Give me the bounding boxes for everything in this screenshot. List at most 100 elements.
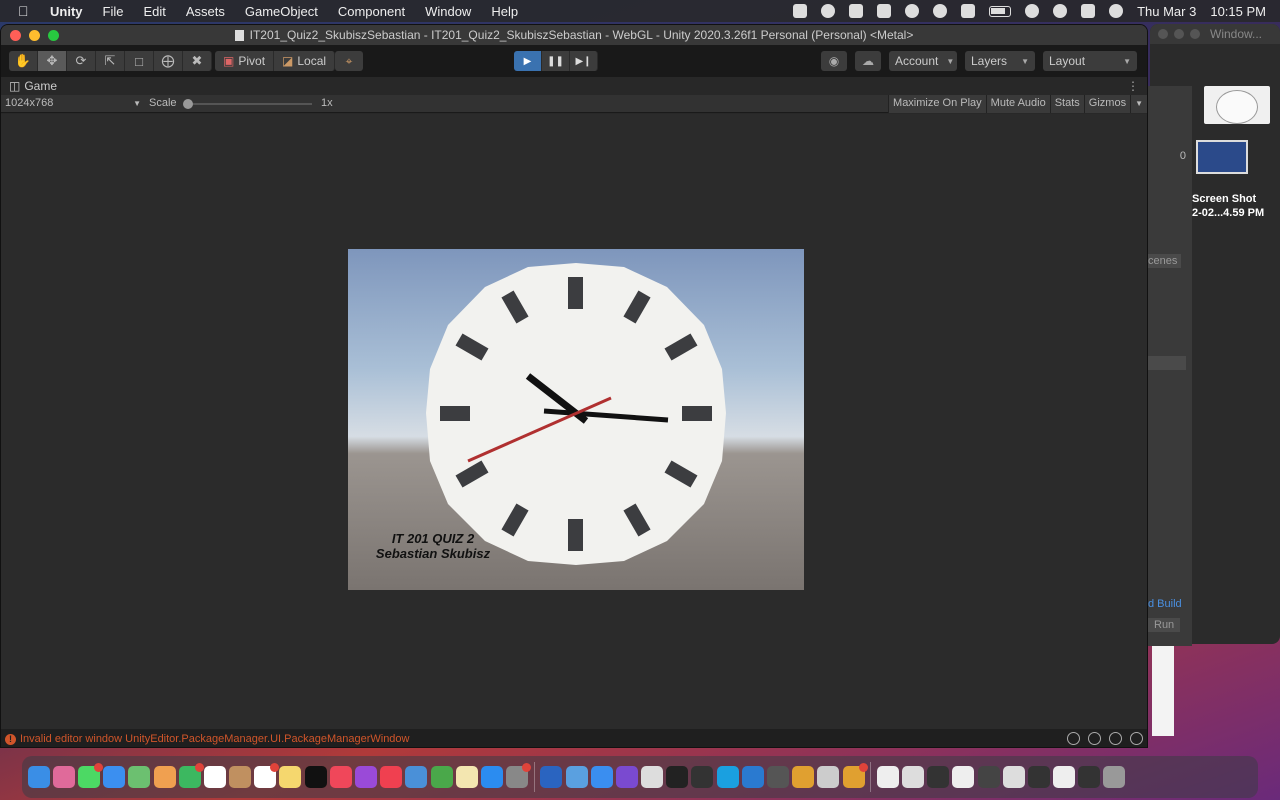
- rotate-icon[interactable]: ⟳: [67, 51, 96, 71]
- menu-assets[interactable]: Assets: [186, 4, 225, 19]
- terminal-icon[interactable]: [767, 766, 790, 788]
- menu-window[interactable]: Window: [425, 4, 471, 19]
- document-thumb-icon[interactable]: [1053, 766, 1076, 788]
- custom-tool-icon[interactable]: ✖: [183, 51, 212, 71]
- document-thumb-icon[interactable]: [901, 766, 924, 788]
- skype-icon[interactable]: [716, 766, 739, 788]
- podcasts-icon[interactable]: [355, 766, 378, 788]
- headphones-status-icon[interactable]: [821, 4, 836, 18]
- build-link[interactable]: d Build: [1148, 598, 1182, 610]
- apple-icon[interactable]: : [18, 3, 36, 19]
- zoom-button[interactable]: [48, 30, 59, 41]
- run-button[interactable]: Run: [1148, 618, 1181, 632]
- kebab-menu-icon[interactable]: ⋮: [1127, 79, 1139, 93]
- system-preferences-icon[interactable]: [506, 763, 532, 788]
- scale-icon[interactable]: ⇱: [96, 51, 125, 71]
- trash-icon[interactable]: [1103, 766, 1126, 788]
- rect-icon[interactable]: □: [125, 51, 154, 71]
- menu-help[interactable]: Help: [491, 4, 518, 19]
- finder-icon[interactable]: [27, 766, 50, 788]
- grid-snap-icon[interactable]: ⌖: [335, 51, 363, 71]
- contacts-icon[interactable]: [229, 766, 252, 788]
- document-thumb-icon[interactable]: [1002, 766, 1025, 788]
- webex-status-icon[interactable]: [877, 4, 892, 18]
- control-center-icon[interactable]: [1081, 4, 1096, 18]
- obs-icon[interactable]: [691, 766, 714, 788]
- step-button[interactable]: ▶❙: [570, 51, 598, 71]
- layers-dropdown[interactable]: Layers ▼: [965, 51, 1035, 71]
- local-button[interactable]: ◪ Local: [274, 51, 336, 71]
- cloud-icon[interactable]: ☁: [855, 51, 881, 71]
- chrome-icon[interactable]: [565, 766, 588, 788]
- window-thumb-icon[interactable]: [927, 766, 950, 788]
- facetime-icon[interactable]: [178, 763, 204, 788]
- debug-icon[interactable]: [1109, 732, 1122, 745]
- unity-status-icon[interactable]: [849, 4, 864, 18]
- messages-icon[interactable]: [77, 763, 103, 788]
- pause-button[interactable]: ❚❚: [542, 51, 570, 71]
- menubar-time[interactable]: 10:15 PM: [1210, 4, 1266, 19]
- vscode-icon[interactable]: [540, 766, 563, 788]
- calendar-icon[interactable]: [203, 766, 226, 788]
- menubar-date[interactable]: Thu Mar 3: [1137, 4, 1196, 19]
- checkbox-status-icon[interactable]: [793, 4, 808, 18]
- maximize-on-play-toggle[interactable]: Maximize On Play: [888, 95, 986, 113]
- panel-dropdown[interactable]: [1148, 356, 1186, 370]
- stats-toggle[interactable]: Stats: [1049, 95, 1084, 113]
- menu-app[interactable]: Unity: [50, 4, 83, 19]
- notes-icon[interactable]: [279, 766, 302, 788]
- screenshot-file-icon[interactable]: [1196, 140, 1248, 174]
- mute-audio-toggle[interactable]: Mute Audio: [985, 95, 1050, 113]
- collab-icon[interactable]: ◉: [821, 51, 847, 71]
- window-thumb-icon[interactable]: [1078, 766, 1101, 788]
- unity-hub-icon[interactable]: [641, 766, 664, 788]
- photos-icon[interactable]: [153, 766, 176, 788]
- textedit-icon[interactable]: [817, 766, 840, 788]
- music-icon[interactable]: [329, 766, 352, 788]
- document-thumb-icon[interactable]: [876, 766, 899, 788]
- bug-icon[interactable]: [1067, 732, 1080, 745]
- console-message[interactable]: Invalid editor window UnityEditor.Packag…: [20, 733, 410, 745]
- window-thumb-icon[interactable]: [977, 766, 1000, 788]
- scale-slider[interactable]: [184, 103, 312, 105]
- moon-icon[interactable]: [933, 4, 948, 18]
- gizmos-dropdown-icon[interactable]: ▼: [1130, 95, 1147, 113]
- chrome3-icon[interactable]: [842, 763, 868, 788]
- reminders-icon[interactable]: [254, 763, 280, 788]
- siri-icon[interactable]: [1109, 4, 1124, 18]
- pages-icon[interactable]: [455, 766, 478, 788]
- play-button[interactable]: ▶: [514, 51, 542, 71]
- move-icon[interactable]: ✥: [38, 51, 67, 71]
- appletv-icon[interactable]: [304, 766, 327, 788]
- menu-file[interactable]: File: [103, 4, 124, 19]
- close-button[interactable]: [10, 30, 21, 41]
- launchpad-icon[interactable]: [52, 766, 75, 788]
- wifi-icon[interactable]: [1025, 4, 1040, 18]
- document-thumb-icon[interactable]: [952, 766, 975, 788]
- scale-slider-handle[interactable]: [183, 99, 193, 109]
- pivot-button[interactable]: ▣ Pivot: [215, 51, 275, 71]
- gizmos-toggle[interactable]: Gizmos: [1083, 95, 1131, 113]
- layout-dropdown[interactable]: Layout ▼: [1043, 51, 1137, 71]
- menu-edit[interactable]: Edit: [143, 4, 165, 19]
- game-view[interactable]: IT 201 QUIZ 2 Sebastian Skubisz: [1, 114, 1147, 731]
- bluetooth-icon[interactable]: [961, 4, 976, 18]
- maps-icon[interactable]: [128, 766, 151, 788]
- scenes-button[interactable]: cenes: [1144, 254, 1182, 268]
- battery-icon[interactable]: [989, 5, 1012, 17]
- transform-icon[interactable]: ⨁: [154, 51, 183, 71]
- visual-studio-icon[interactable]: [615, 766, 638, 788]
- safari-icon[interactable]: [590, 766, 613, 788]
- hand-icon[interactable]: ✋: [9, 51, 38, 71]
- title-bar[interactable]: IT201_Quiz2_SkubiszSebastian - IT201_Qui…: [1, 25, 1147, 45]
- search-icon[interactable]: [1053, 4, 1068, 18]
- unity-icon[interactable]: [666, 766, 689, 788]
- console-status-bar[interactable]: ! Invalid editor window UnityEditor.Pack…: [1, 729, 1147, 747]
- mail-icon[interactable]: [103, 766, 126, 788]
- chrome2-icon[interactable]: [792, 766, 815, 788]
- numbers-icon[interactable]: [430, 766, 453, 788]
- menu-gameobject[interactable]: GameObject: [245, 4, 318, 19]
- resolution-dropdown[interactable]: 1024x768 ▼: [5, 97, 141, 109]
- vscode2-icon[interactable]: [741, 766, 764, 788]
- menu-component[interactable]: Component: [338, 4, 405, 19]
